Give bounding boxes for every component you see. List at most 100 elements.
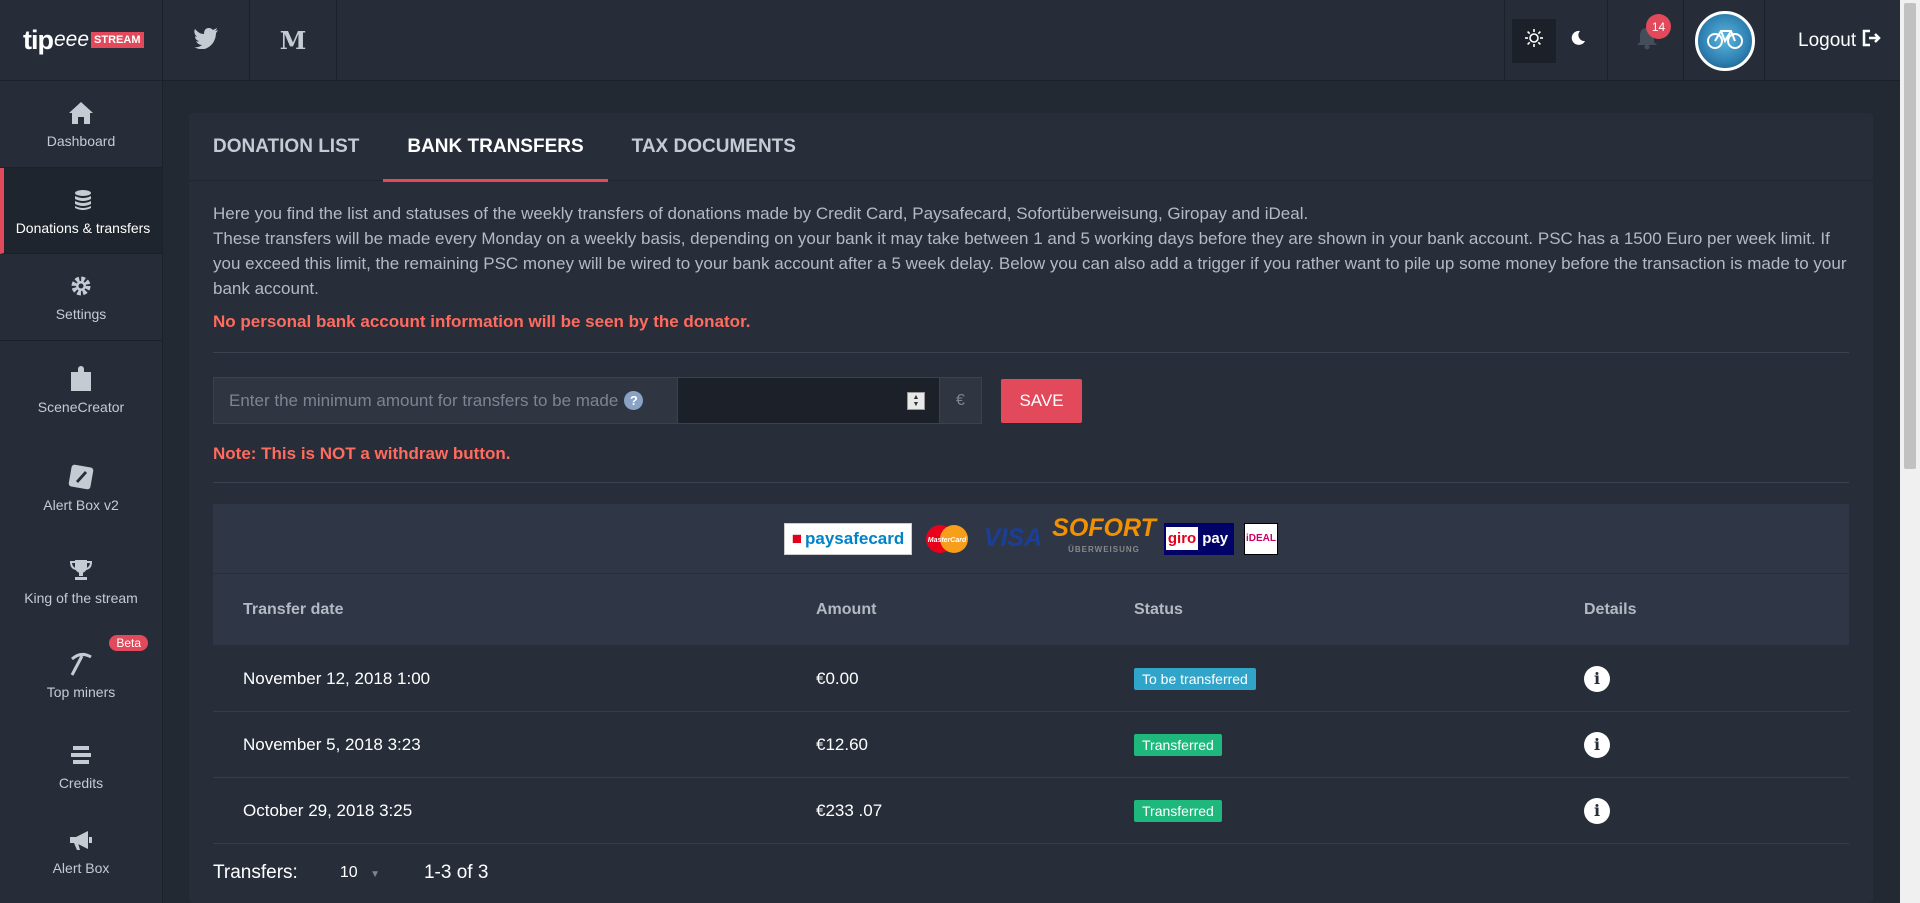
status-badge: Transferred (1134, 799, 1222, 822)
notifications-button[interactable]: 14 (1610, 0, 1684, 81)
chevron-down-icon: ▼ (370, 869, 380, 880)
lock-icon: ■ (791, 528, 803, 548)
header-details: Details (1584, 600, 1637, 618)
sidebar-item-label: SceneCreator (37, 399, 125, 415)
tab-bar: DONATION LIST BANK TRANSFERS TAX DOCUMEN… (189, 113, 1873, 182)
twitter-icon (193, 27, 219, 54)
twitter-link[interactable] (163, 0, 250, 81)
details-cell: i (1552, 665, 1849, 692)
pagination-label: Transfers: (213, 862, 298, 883)
mastercard-logo: MasterCard (922, 523, 972, 555)
pickaxe-icon (67, 650, 95, 678)
notification-count-badge: 14 (1646, 14, 1671, 39)
sidebar-item-label: Credits (58, 775, 104, 791)
save-button[interactable]: SAVE (1001, 378, 1082, 423)
bank-transfers-card: DONATION LIST BANK TRANSFERS TAX DOCUMEN… (189, 113, 1873, 903)
sidebar-item-king-of-stream[interactable]: King of the stream (0, 537, 162, 625)
status-badge: To be transferred (1134, 667, 1256, 690)
transfer-amount: €233 .07 (816, 800, 883, 820)
info-icon[interactable]: i (1584, 797, 1610, 824)
payment-logos: ■ paysafecard MasterCard VISA SOFORT ÜBE… (213, 504, 1849, 574)
mastercard-text: MasterCard (928, 537, 967, 544)
transfer-date: October 29, 2018 3:25 (243, 800, 413, 820)
details-cell: i (1552, 797, 1849, 824)
logo[interactable]: tip eee STREAM (0, 0, 162, 81)
info-icon[interactable]: i (1584, 665, 1610, 692)
sidebar-item-alert-box-v2[interactable]: Alert Box v2 (0, 439, 162, 537)
header-status: Status (1134, 600, 1183, 618)
sofort-logo: SOFORT ÜBERWEISUNG (1052, 515, 1156, 555)
help-icon[interactable]: ? (624, 391, 644, 410)
credits-icon (67, 741, 95, 769)
sidebar-item-scenecreator[interactable]: SceneCreator (0, 341, 162, 439)
avatar (1694, 10, 1755, 71)
table-row: October 29, 2018 3:25 €233 .07 Transferr… (213, 778, 1849, 844)
paysafecard-logo: ■ paysafecard (784, 522, 912, 555)
light-theme-button[interactable] (1512, 18, 1556, 63)
info-icon[interactable]: i (1584, 731, 1610, 758)
page-scrollbar[interactable] (1900, 0, 1920, 903)
sidebar-item-label: Donations & transfers (15, 219, 151, 236)
min-amount-label-text: Enter the minimum amount for transfers t… (229, 390, 619, 410)
sofort-text: SOFORT (1052, 513, 1156, 542)
details-cell: i (1552, 731, 1849, 758)
logo-badge: STREAM (91, 32, 144, 48)
pay-text: pay (1202, 530, 1229, 547)
sidebar-item-top-miners[interactable]: Beta Top miners (0, 625, 162, 724)
currency-addon: € (940, 377, 982, 424)
medium-link[interactable]: M (250, 0, 337, 81)
sidebar-item-label: Alert Box (52, 860, 110, 876)
sidebar-item-label: Alert Box v2 (43, 497, 119, 513)
sidebar-item-credits[interactable]: Credits (0, 724, 162, 808)
scrollbar-thumb[interactable] (1904, 3, 1916, 469)
min-amount-form: Enter the minimum amount for transfers t… (213, 377, 1849, 424)
sidebar-item-settings[interactable]: Settings (0, 254, 162, 341)
tab-content: Here you find the list and statuses of t… (189, 181, 1873, 884)
gear-icon (67, 272, 95, 300)
description-line-1: Here you find the list and statuses of t… (213, 204, 1309, 223)
trophy-icon (67, 556, 95, 584)
medium-icon: M (279, 26, 307, 55)
logout-button[interactable]: Logout (1798, 0, 1882, 81)
sidebar-item-label: Dashboard (46, 133, 116, 149)
moon-icon (1570, 30, 1586, 51)
beta-badge: Beta (109, 635, 148, 651)
avatar-button[interactable] (1685, 0, 1765, 81)
privacy-warning: No personal bank account information wil… (213, 312, 751, 331)
status-cell: Transferred (1134, 733, 1552, 756)
sidebar-item-label: King of the stream (24, 590, 138, 606)
logout-label: Logout (1798, 29, 1857, 51)
sidebar-item-label: Settings (55, 306, 107, 322)
home-icon (67, 99, 95, 127)
theme-toggle[interactable] (1504, 0, 1608, 81)
header-amount: Amount (816, 600, 877, 618)
spinner-down-icon: ▼ (912, 401, 920, 408)
giro-text: giro (1165, 527, 1199, 550)
tab-bank-transfers[interactable]: BANK TRANSFERS (383, 113, 608, 182)
table-header: Transfer date Amount Status Details (213, 574, 1849, 646)
transfer-amount: €12.60 (816, 734, 868, 754)
tab-tax-documents[interactable]: TAX DOCUMENTS (608, 113, 820, 181)
withdraw-note: Note: This is NOT a withdraw button. (213, 444, 511, 463)
sofort-subtext: ÜBERWEISUNG (1068, 544, 1140, 554)
table-row: November 5, 2018 3:23 €12.60 Transferred… (213, 712, 1849, 778)
min-amount-label: Enter the minimum amount for transfers t… (213, 377, 678, 424)
sidebar-item-donations[interactable]: Donations & transfers (0, 168, 162, 254)
puzzle-icon (67, 365, 95, 393)
number-spinner[interactable]: ▲ ▼ (907, 392, 925, 410)
description-line-2: These transfers will be made every Monda… (213, 229, 1847, 298)
ideal-logo: iDEAL (1244, 522, 1278, 555)
paysafecard-text: paysafecard (805, 528, 905, 548)
status-badge: Transferred (1134, 733, 1222, 756)
sidebar-item-label: Top miners (46, 683, 116, 700)
per-page-select[interactable]: 10 ▼ (340, 864, 380, 882)
status-cell: Transferred (1134, 799, 1552, 822)
spinner-up-icon: ▲ (912, 394, 920, 401)
status-cell: To be transferred (1134, 667, 1552, 690)
tab-donation-list[interactable]: DONATION LIST (213, 113, 383, 181)
dark-theme-button[interactable] (1556, 19, 1600, 63)
sidebar-item-alert-box[interactable]: Alert Box (0, 808, 162, 894)
sidebar-item-dashboard[interactable]: Dashboard (0, 81, 162, 168)
transfer-date: November 5, 2018 3:23 (243, 734, 421, 754)
min-amount-input[interactable]: ▲ ▼ (678, 377, 940, 424)
